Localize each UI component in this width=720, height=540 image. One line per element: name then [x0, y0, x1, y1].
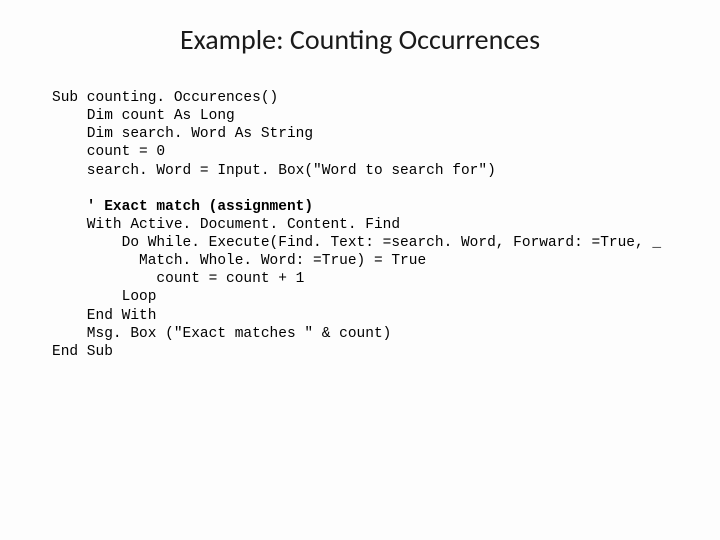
code-line-14: Msg. Box ("Exact matches " & count): [52, 326, 391, 342]
slide-title: Example: Counting Occurrences: [80, 22, 640, 57]
code-line-4: count = 0: [52, 144, 165, 160]
code-line-12: Loop: [52, 289, 156, 305]
code-line-13: End With: [52, 308, 156, 324]
code-line-5: search. Word = Input. Box("Word to searc…: [52, 163, 496, 179]
code-line-9: Do While. Execute(Find. Text: =search. W…: [52, 235, 661, 251]
code-line-8: With Active. Document. Content. Find: [52, 217, 400, 233]
code-line-10: Match. Whole. Word: =True) = True: [52, 253, 426, 269]
code-line-11: count = count + 1: [52, 271, 304, 287]
code-line-1: Sub counting. Occurences(): [52, 90, 278, 106]
code-line-7-comment: ' Exact match (assignment): [52, 199, 313, 215]
code-line-3: Dim search. Word As String: [52, 126, 313, 142]
code-line-15: End Sub: [52, 344, 113, 360]
slide: Example: Counting Occurrences Sub counti…: [0, 0, 720, 540]
code-line-2: Dim count As Long: [52, 108, 235, 124]
code-block: Sub counting. Occurences() Dim count As …: [52, 89, 680, 361]
